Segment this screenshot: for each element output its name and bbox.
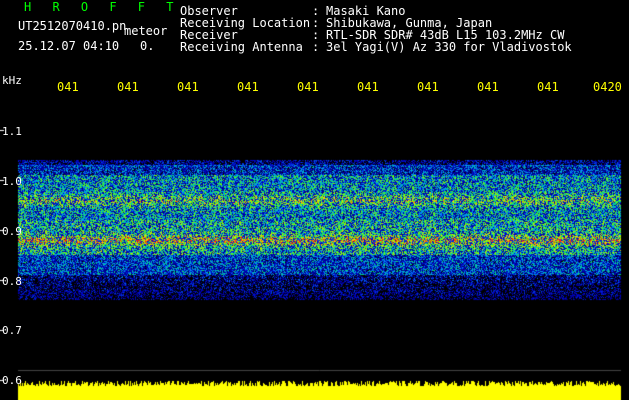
software-title: H R O F F T xyxy=(24,0,181,14)
file-name: UT2512070410.pn xyxy=(18,19,127,33)
minute-label: 041 xyxy=(417,80,439,94)
minute-label: 041 xyxy=(117,80,139,94)
counter: 0. xyxy=(140,39,155,53)
antenna-value: 3el Yagi(V) Az 330 for Vladivostok xyxy=(326,40,572,54)
freq-label-1-0: 1.0 xyxy=(2,175,22,188)
minute-label: 041 xyxy=(177,80,199,94)
freq-label-0-8: 0.8 xyxy=(2,275,22,288)
khz-unit-label: kHz xyxy=(2,74,22,87)
minute-label: 041 xyxy=(357,80,379,94)
freq-label-0-9: 0.9 xyxy=(2,225,22,238)
minute-label: 041 xyxy=(297,80,319,94)
minute-label: 041 xyxy=(477,80,499,94)
type-label: meteor xyxy=(124,24,168,38)
minute-label: 041 xyxy=(57,80,79,94)
freq-label-1-1: 1.1 xyxy=(2,125,22,138)
freq-label-0-6: 0.6 xyxy=(2,374,22,387)
spectrogram-canvas xyxy=(0,0,629,400)
minute-label: 041 xyxy=(537,80,559,94)
freq-label-0-7: 0.7 xyxy=(2,324,22,337)
antenna-key: Receiving Antenna xyxy=(180,40,303,54)
minute-label: 041 xyxy=(237,80,259,94)
datetime: 25.12.07 04:10 xyxy=(18,39,120,53)
minute-label: 0420 xyxy=(593,80,622,94)
